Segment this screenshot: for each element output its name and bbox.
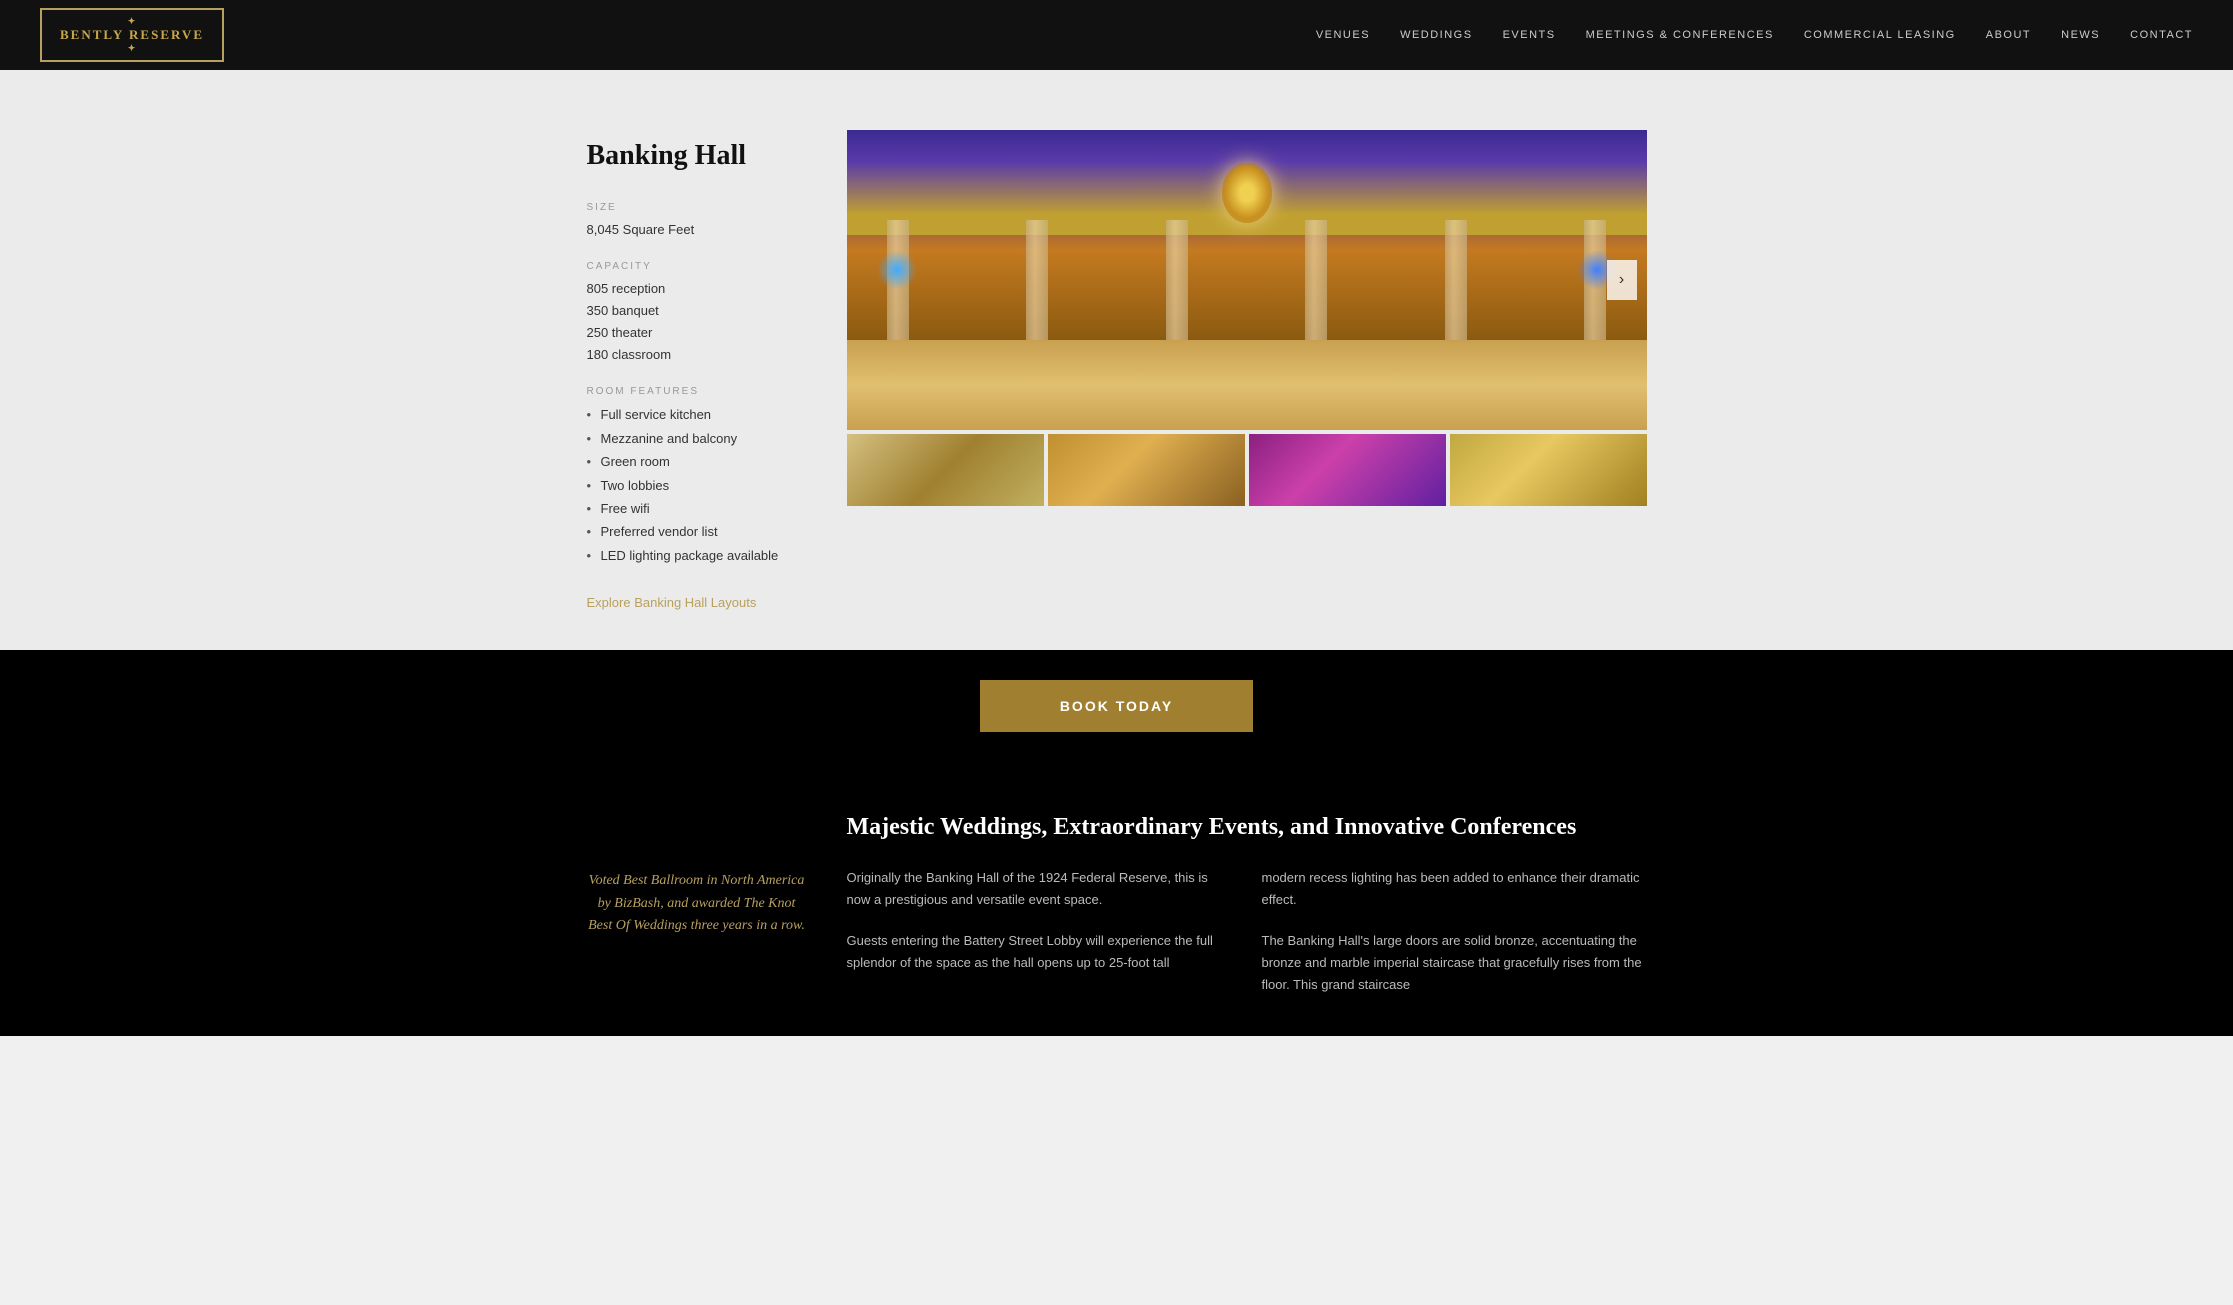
bottom-col-1-text-2: Guests entering the Battery Street Lobby… xyxy=(847,930,1232,974)
capacity-classroom: 180 classroom xyxy=(587,344,807,366)
bottom-title: Majestic Weddings, Extraordinary Events,… xyxy=(847,812,1647,843)
feature-mezzanine: Mezzanine and balcony xyxy=(587,427,807,450)
main-content: Banking Hall SIZE 8,045 Square Feet CAPA… xyxy=(0,70,2233,650)
features-section: ROOM FEATURES Full service kitchen Mezza… xyxy=(587,386,807,567)
thumbnail-3[interactable] xyxy=(1249,434,1446,506)
carousel-next-button[interactable]: › xyxy=(1607,260,1637,300)
nav-events[interactable]: EVENTS xyxy=(1503,29,1556,41)
nav-news[interactable]: NEWS xyxy=(2061,29,2100,41)
feature-vendor: Preferred vendor list xyxy=(587,520,807,543)
capacity-label: CAPACITY xyxy=(587,261,807,272)
bottom-col-1: Originally the Banking Hall of the 1924 … xyxy=(847,867,1232,995)
award-text: Voted Best Ballroom in North America by … xyxy=(587,870,807,937)
main-nav: VENUES WEDDINGS EVENTS MEETINGS & CONFER… xyxy=(1316,29,2193,41)
feature-led: LED lighting package available xyxy=(587,544,807,567)
thumbnail-2[interactable] xyxy=(1048,434,1245,506)
features-label: ROOM FEATURES xyxy=(587,386,807,397)
size-value: 8,045 Square Feet xyxy=(587,219,807,241)
logo-area[interactable]: ✦ BENTLY RESERVE ✦ xyxy=(40,8,224,62)
book-section: BOOK TODAY xyxy=(0,650,2233,762)
logo-text: BENTLY RESERVE xyxy=(60,27,204,42)
chandelier xyxy=(1222,163,1272,223)
capacity-theater: 250 theater xyxy=(587,322,807,344)
bottom-col-2: modern recess lighting has been added to… xyxy=(1262,867,1647,995)
image-gallery: › xyxy=(847,130,1647,610)
hall-visual xyxy=(847,130,1647,430)
thumbnail-4[interactable] xyxy=(1450,434,1647,506)
lighting-left xyxy=(877,250,917,290)
logo-ornament: ✦ xyxy=(60,16,204,27)
explore-layouts-link[interactable]: Explore Banking Hall Layouts xyxy=(587,595,807,610)
logo-ornament-bottom: ✦ xyxy=(60,43,204,54)
nav-commercial[interactable]: COMMERCIAL LEASING xyxy=(1804,29,1956,41)
feature-wifi: Free wifi xyxy=(587,497,807,520)
thumbnail-1[interactable] xyxy=(847,434,1044,506)
hall-floor xyxy=(847,340,1647,430)
size-section: SIZE 8,045 Square Feet xyxy=(587,202,807,241)
bottom-content: Majestic Weddings, Extraordinary Events,… xyxy=(847,812,1647,996)
thumbnail-strip xyxy=(847,434,1647,506)
bottom-section: Voted Best Ballroom in North America by … xyxy=(0,762,2233,1036)
nav-meetings[interactable]: MEETINGS & CONFERENCES xyxy=(1586,29,1774,41)
main-image: › xyxy=(847,130,1647,430)
bottom-col-2-text: modern recess lighting has been added to… xyxy=(1262,867,1647,911)
nav-about[interactable]: ABOUT xyxy=(1986,29,2031,41)
capacity-reception: 805 reception xyxy=(587,278,807,300)
capacity-values: 805 reception 350 banquet 250 theater 18… xyxy=(587,278,807,366)
site-logo[interactable]: ✦ BENTLY RESERVE ✦ xyxy=(40,8,224,62)
bottom-col-2-text-2: The Banking Hall's large doors are solid… xyxy=(1262,930,1647,996)
nav-contact[interactable]: CONTACT xyxy=(2130,29,2193,41)
feature-kitchen: Full service kitchen xyxy=(587,403,807,426)
features-list: Full service kitchen Mezzanine and balco… xyxy=(587,403,807,567)
size-label: SIZE xyxy=(587,202,807,213)
nav-venues[interactable]: VENUES xyxy=(1316,29,1370,41)
site-header: ✦ BENTLY RESERVE ✦ VENUES WEDDINGS EVENT… xyxy=(0,0,2233,70)
bottom-col-1-text: Originally the Banking Hall of the 1924 … xyxy=(847,867,1232,911)
capacity-section: CAPACITY 805 reception 350 banquet 250 t… xyxy=(587,261,807,366)
venue-details-panel: Banking Hall SIZE 8,045 Square Feet CAPA… xyxy=(587,130,807,610)
bottom-columns: Originally the Banking Hall of the 1924 … xyxy=(847,867,1647,995)
award-panel: Voted Best Ballroom in North America by … xyxy=(587,812,807,996)
book-today-button[interactable]: BOOK TODAY xyxy=(980,680,1253,732)
capacity-banquet: 350 banquet xyxy=(587,300,807,322)
venue-title: Banking Hall xyxy=(587,140,807,172)
nav-weddings[interactable]: WEDDINGS xyxy=(1400,29,1473,41)
feature-greenroom: Green room xyxy=(587,450,807,473)
feature-lobbies: Two lobbies xyxy=(587,474,807,497)
